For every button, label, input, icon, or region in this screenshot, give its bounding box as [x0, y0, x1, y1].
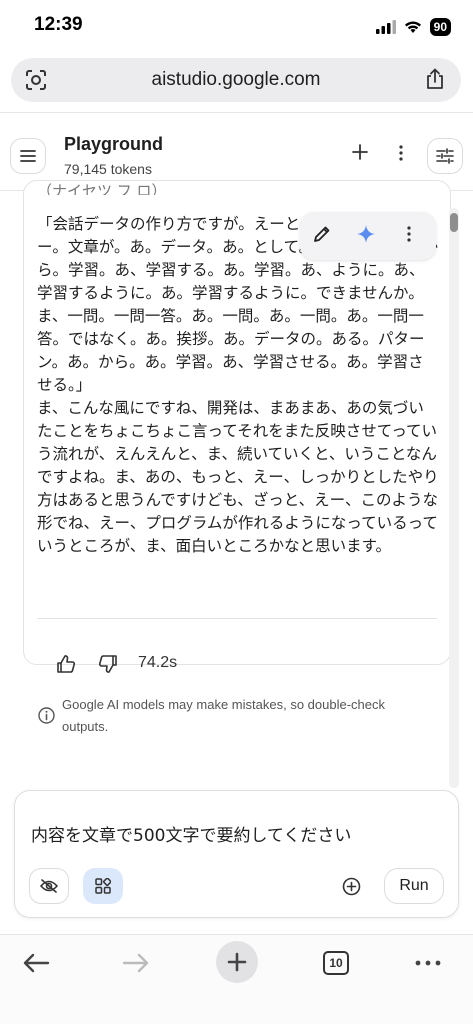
- add-circle-icon: [342, 877, 360, 895]
- disclaimer-text: Google AI models may make mistakes, so d…: [62, 697, 385, 734]
- edit-pencil-icon[interactable]: [312, 224, 332, 244]
- run-settings-button[interactable]: [427, 138, 463, 174]
- forward-arrow-icon: [122, 953, 149, 973]
- prompt-input-text[interactable]: 内容を文章で500文字で要約してください: [31, 821, 351, 846]
- sparkle-icon[interactable]: [356, 224, 376, 244]
- response-text: 「会話データの作り方ですが。えーと。あ。ある。えー。文章が。あ。データ。あ。とし…: [37, 215, 439, 555]
- run-button[interactable]: Run: [384, 868, 444, 904]
- status-bar: 12:39 90: [0, 0, 473, 50]
- tools-button[interactable]: [83, 868, 123, 904]
- more-options-icon[interactable]: [406, 224, 412, 244]
- token-count: 79,145 tokens: [64, 161, 152, 177]
- message-toolbar: [300, 212, 436, 260]
- feedback-row: [56, 652, 118, 676]
- menu-button[interactable]: [10, 138, 46, 174]
- plus-icon: [227, 952, 247, 972]
- new-tab-button[interactable]: [216, 941, 258, 983]
- new-chat-icon[interactable]: [352, 144, 368, 160]
- browser-bottom-bar: 10: [0, 935, 473, 1024]
- back-arrow-icon: [23, 953, 50, 973]
- thumbs-up-icon[interactable]: [56, 654, 76, 674]
- tune-icon: [436, 148, 454, 164]
- battery-indicator: 90: [429, 18, 451, 36]
- cellular-signal-icon: [375, 20, 396, 34]
- divider: [0, 112, 473, 113]
- more-horizontal-icon: [415, 960, 441, 966]
- browser-menu-button[interactable]: [408, 943, 448, 983]
- url-text[interactable]: aistudio.google.com: [11, 69, 461, 91]
- status-time: 12:39: [34, 14, 83, 35]
- scrollbar-track[interactable]: [449, 208, 459, 788]
- tabs-button[interactable]: 10: [316, 943, 356, 983]
- prompt-input-box[interactable]: 内容を文章で500文字で要約してください Run: [14, 790, 459, 918]
- add-attachment-button[interactable]: [331, 868, 371, 904]
- status-icons: 90: [375, 18, 451, 36]
- info-icon: [38, 707, 55, 724]
- tab-count: 10: [323, 951, 349, 975]
- page-title: Playground: [64, 134, 164, 154]
- grid-tools-icon: [95, 878, 111, 894]
- thumbs-down-icon[interactable]: [98, 654, 118, 674]
- share-icon[interactable]: [425, 68, 445, 90]
- wifi-icon: [404, 21, 421, 33]
- more-options-icon[interactable]: [398, 144, 404, 162]
- cut-off-line: （ナイセツ フ ロ）: [37, 183, 167, 195]
- eye-off-icon: [39, 879, 59, 893]
- back-button[interactable]: [16, 943, 56, 983]
- response-time: 74.2s: [138, 654, 178, 671]
- hide-thinking-button[interactable]: [29, 868, 69, 904]
- hamburger-menu-icon: [20, 150, 36, 162]
- address-bar[interactable]: aistudio.google.com: [11, 58, 461, 102]
- scrollbar-thumb[interactable]: [450, 213, 458, 232]
- divider: [37, 618, 437, 619]
- forward-button[interactable]: [116, 943, 156, 983]
